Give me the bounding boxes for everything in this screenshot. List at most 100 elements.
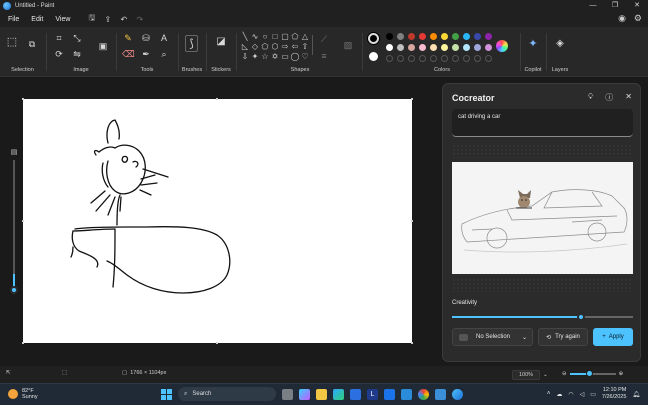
color-swatch[interactable] [397,44,404,51]
resize-icon[interactable]: ⤡ [71,33,83,45]
color-swatch[interactable] [419,44,426,51]
mail-icon[interactable] [401,388,412,400]
down-arrow-shape-icon[interactable]: ⇩ [240,52,250,62]
battery-icon[interactable]: ▭ [590,391,596,398]
custom-color-slot[interactable] [452,55,459,62]
color-swatch[interactable] [386,44,393,51]
outlook-icon[interactable] [384,388,395,400]
lightbulb-icon[interactable]: 💡︎ [588,92,594,103]
color-swatch[interactable] [474,44,481,51]
copilot-app-icon[interactable] [299,388,310,400]
zoom-track[interactable] [569,370,616,377]
rotate-icon[interactable]: ⟳ [53,49,65,61]
zoom-slider[interactable]: ⊖ ⊕ [562,370,623,377]
color-swatch[interactable] [485,44,492,51]
right-arrow-shape-icon[interactable]: ⇨ [280,42,290,52]
menu-file[interactable]: File [2,16,25,23]
selection-dropdown[interactable]: No Selection ⌄ [452,328,533,346]
pencil-icon[interactable]: ✎ [122,33,134,45]
crop-icon[interactable]: ⌗ [53,33,65,45]
paint-taskbar-icon[interactable] [452,388,463,400]
color-swatch[interactable] [474,33,481,40]
pentagon-shape-icon[interactable]: ⬠ [260,42,270,52]
color-swatch[interactable] [408,33,415,40]
close-button[interactable]: ✕ [626,0,648,11]
zoom-out-icon[interactable]: ⊖ [562,371,567,377]
background-removal-icon[interactable]: ▣ [97,41,109,53]
primary-color-swatch[interactable] [368,33,379,44]
canvas-resize-handle[interactable] [411,220,413,222]
diamond-shape-icon[interactable]: ◇ [250,42,260,52]
rectangle-select-icon[interactable]: ⬚ [6,37,18,49]
left-arrow-shape-icon[interactable]: ⇦ [290,42,300,52]
four-point-star-shape-icon[interactable]: ✦ [250,52,260,62]
rounded-rectangle-shape-icon[interactable]: ▢ [280,32,290,42]
save-icon[interactable]: 🖫 [86,12,97,26]
menu-edit[interactable]: Edit [25,16,49,23]
fill-bucket-icon[interactable]: ⛁ [140,33,152,45]
edge-browser-icon[interactable] [333,388,344,400]
oval-shape-icon[interactable]: ○ [260,32,270,42]
color-swatch[interactable] [408,44,415,51]
canvas-resize-handle[interactable] [216,342,218,344]
custom-color-slot[interactable] [474,55,481,62]
color-swatch[interactable] [397,33,404,40]
copilot-group[interactable]: ✦ Copilot [521,27,545,77]
text-icon[interactable]: A [158,33,170,45]
shape-fill-icon[interactable]: ▧ [342,40,354,52]
canvas-resize-handle[interactable] [411,98,413,100]
color-swatch[interactable] [441,44,448,51]
custom-color-slot[interactable] [485,55,492,62]
shape-size-icon[interactable]: ≡ [318,51,330,63]
share-icon[interactable]: ⇪ [102,15,113,24]
color-swatch[interactable] [463,44,470,51]
canvas-resize-handle[interactable] [411,342,413,344]
menu-view[interactable]: View [49,16,76,23]
apply-button[interactable]: + Apply [593,328,633,346]
up-arrow-shape-icon[interactable]: ⇧ [300,42,310,52]
maximize-button[interactable]: ❐ [604,0,626,11]
brush-icon[interactable]: ⟆ [185,35,198,52]
chrome-icon[interactable] [418,388,429,400]
layers-icon[interactable]: ◈ [554,39,566,51]
heart-shape-icon[interactable]: ♡ [300,52,310,62]
onedrive-icon[interactable]: ☁ [556,391,562,398]
color-swatch[interactable] [452,44,459,51]
l-app-icon[interactable]: L [367,388,378,400]
zoom-knob[interactable] [585,370,593,377]
custom-color-slot[interactable] [430,55,437,62]
brush-size-slider[interactable]: ▤ [8,148,20,300]
flip-icon[interactable]: ⇋ [71,49,83,61]
polygon-shape-icon[interactable]: ⬠ [290,32,300,42]
account-icon[interactable]: ◉ [618,13,626,24]
creativity-slider[interactable] [452,313,633,321]
callout-oval-shape-icon[interactable]: ◯ [290,52,300,62]
file-explorer-icon[interactable] [316,388,327,400]
custom-color-slot[interactable] [419,55,426,62]
wifi-icon[interactable]: ◠ [568,391,573,398]
settings-gear-icon[interactable]: ⚙ [634,13,642,24]
weather-widget[interactable]: 82°F Sunny [8,388,38,400]
zoom-value[interactable]: 100% [512,370,541,380]
color-swatch[interactable] [430,33,437,40]
creativity-knob[interactable] [576,313,585,321]
volume-icon[interactable]: ◁ [580,391,585,398]
drawing-canvas[interactable] [23,99,412,343]
color-swatch[interactable] [386,33,393,40]
task-view-icon[interactable] [282,388,293,400]
generated-image[interactable] [452,162,633,274]
zoom-dropdown[interactable]: 100% ⌄ [512,370,548,380]
canvas-resize-handle[interactable] [22,220,24,222]
rectangle-shape-icon[interactable]: □ [270,32,280,42]
info-icon[interactable]: ⓘ [605,92,613,103]
color-picker-icon[interactable]: ✒ [140,49,152,61]
canvas-resize-handle[interactable] [22,98,24,100]
canvas-resize-handle[interactable] [216,98,218,100]
triangle-shape-icon[interactable]: △ [300,32,310,42]
edit-colors-icon[interactable] [496,40,508,52]
right-triangle-shape-icon[interactable]: ◺ [240,42,250,52]
copilot-icon[interactable]: ✦ [527,39,539,51]
color-swatch[interactable] [441,33,448,40]
edge-beta-icon[interactable] [435,388,446,400]
shape-outline-icon[interactable]: ⟋ [318,34,330,46]
